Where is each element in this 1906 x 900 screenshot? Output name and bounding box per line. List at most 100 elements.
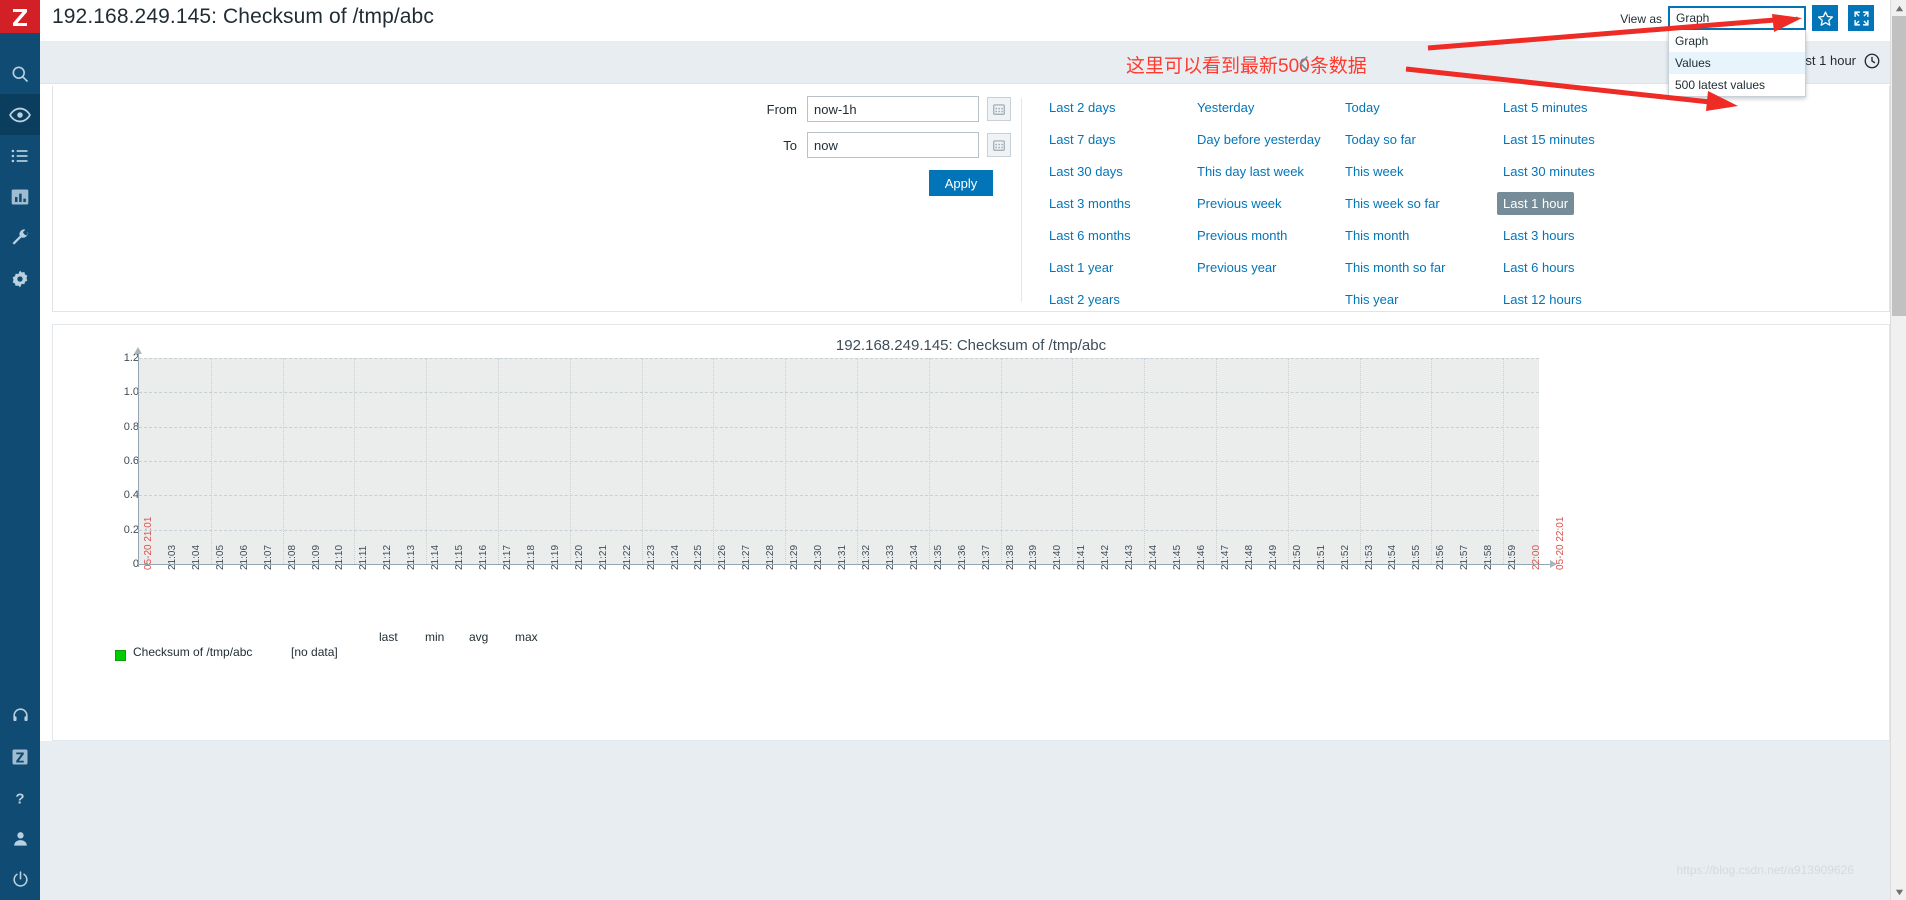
zabbix-logo-z-icon — [13, 8, 27, 26]
y-tick-label: 0.2 — [123, 523, 139, 536]
plot-area[interactable] — [139, 358, 1539, 564]
sidebar-item-user-settings[interactable] — [0, 818, 40, 859]
quick-range-last-6-hours[interactable]: Last 6 hours — [1497, 256, 1581, 279]
x-tick-label: 21:39 — [1028, 544, 1040, 570]
to-row: To — [753, 132, 1011, 158]
sidebar-item-search[interactable] — [0, 53, 40, 94]
quick-range-previous-month[interactable]: Previous month — [1191, 224, 1293, 247]
grid-line-vertical — [928, 358, 930, 564]
chevron-left-icon[interactable] — [1295, 54, 1314, 73]
quick-range-last-1-year[interactable]: Last 1 year — [1043, 256, 1119, 279]
quick-range-day-before-yesterday[interactable]: Day before yesterday — [1191, 128, 1327, 151]
quick-range-this-week-so-far[interactable]: This week so far — [1339, 192, 1446, 215]
stat-header-max: max — [515, 630, 538, 644]
view-as-option-graph[interactable]: Graph — [1669, 30, 1805, 52]
stat-header-avg: avg — [469, 630, 489, 644]
sidebar-item-support[interactable] — [0, 695, 40, 736]
x-tick-label: 21:08 — [286, 544, 298, 570]
quick-range-this-day-last-week[interactable]: This day last week — [1191, 160, 1310, 183]
view-as-dropdown-list: Graph Values 500 latest values — [1668, 30, 1806, 97]
view-as-option-values[interactable]: Values — [1669, 52, 1805, 74]
quick-range-this-month-so-far[interactable]: This month so far — [1339, 256, 1451, 279]
sidebar: ? — [0, 0, 40, 900]
quick-range-last-1-hour[interactable]: Last 1 hour — [1497, 192, 1575, 215]
page-scrollbar[interactable] — [1890, 0, 1906, 900]
sidebar-item-integrations[interactable] — [0, 736, 40, 777]
graph-panel: 192.168.249.145: Checksum of /tmp/abc 00… — [52, 324, 1890, 741]
sidebar-item-configuration[interactable] — [0, 217, 40, 258]
clock-icon[interactable] — [1863, 52, 1881, 70]
quick-range-yesterday[interactable]: Yesterday — [1191, 96, 1260, 119]
quick-range-this-month[interactable]: This month — [1339, 224, 1415, 247]
quick-range-last-5-minutes[interactable]: Last 5 minutes — [1497, 96, 1594, 119]
support-headset-icon — [12, 708, 28, 722]
add-to-favorites-button[interactable] — [1812, 5, 1838, 31]
grid-line-vertical — [210, 358, 212, 564]
time-picker-form: From To — [53, 86, 1021, 312]
annotation-text: 这里可以看到最新500条数据 — [1126, 56, 1367, 77]
y-tick-label: 1.0 — [123, 386, 139, 399]
grid-line-vertical — [497, 358, 499, 564]
x-tick-label: 21:17 — [501, 544, 513, 570]
x-tick-label: 21:24 — [669, 544, 681, 570]
scroll-up-arrow-icon — [1895, 5, 1903, 11]
scroll-down-button[interactable] — [1891, 884, 1906, 900]
x-tick-label: 21:32 — [860, 544, 872, 570]
quick-range-this-week[interactable]: This week — [1339, 160, 1410, 183]
x-tick-label: 21:37 — [980, 544, 992, 570]
to-calendar-button[interactable] — [987, 133, 1011, 157]
kiosk-mode-button[interactable] — [1848, 5, 1874, 31]
x-tick-label: 21:27 — [741, 544, 753, 570]
x-tick-label: 21:36 — [956, 544, 968, 570]
sidebar-bottom-group: ? — [0, 695, 40, 900]
scroll-down-arrow-icon — [1895, 889, 1903, 895]
quick-range-last-2-years[interactable]: Last 2 years — [1043, 288, 1126, 311]
quick-range-last-3-months[interactable]: Last 3 months — [1043, 192, 1137, 215]
x-tick-label: 21:26 — [717, 544, 729, 570]
page-footer: https://blog.csdn.net/a913909626 — [40, 741, 1906, 900]
grid-line-vertical — [1287, 358, 1289, 564]
quick-range-column-3: Today Today so far This week This week so f… — [1339, 96, 1497, 352]
x-tick-label: 21:09 — [310, 544, 322, 570]
sidebar-item-sign-out[interactable] — [0, 859, 40, 900]
x-tick-label: 21:58 — [1483, 544, 1495, 570]
quick-range-last-2-days[interactable]: Last 2 days — [1043, 96, 1122, 119]
sidebar-item-help[interactable]: ? — [0, 777, 40, 818]
quick-range-previous-week[interactable]: Previous week — [1191, 192, 1288, 215]
x-tick-label: 21:19 — [549, 544, 561, 570]
sidebar-item-monitoring[interactable] — [0, 94, 40, 135]
x-tick-label: 21:52 — [1339, 544, 1351, 570]
quick-range-last-12-hours[interactable]: Last 12 hours — [1497, 288, 1588, 311]
scrollbar-thumb[interactable] — [1892, 16, 1906, 316]
sidebar-item-administration[interactable] — [0, 258, 40, 299]
grid-line-horizontal — [139, 495, 1539, 497]
quick-range-last-7-days[interactable]: Last 7 days — [1043, 128, 1122, 151]
scroll-up-button[interactable] — [1891, 0, 1906, 16]
grid-line-vertical — [1431, 358, 1433, 564]
sign-out-power-icon — [12, 871, 28, 887]
quick-range-this-year[interactable]: This year — [1339, 288, 1404, 311]
view-as-option-500-latest-values[interactable]: 500 latest values — [1669, 74, 1805, 96]
zabbix-logo[interactable] — [0, 0, 40, 33]
quick-range-last-30-minutes[interactable]: Last 30 minutes — [1497, 160, 1601, 183]
from-input[interactable] — [807, 96, 979, 122]
quick-range-previous-year[interactable]: Previous year — [1191, 256, 1282, 279]
x-tick-label: 21:56 — [1435, 544, 1447, 570]
x-tick-label: 21:57 — [1459, 544, 1471, 570]
quick-range-last-6-months[interactable]: Last 6 months — [1043, 224, 1137, 247]
apply-button[interactable]: Apply — [929, 170, 993, 196]
sidebar-item-reports[interactable] — [0, 176, 40, 217]
quick-range-today-so-far[interactable]: Today so far — [1339, 128, 1422, 151]
x-tick-label: 21:47 — [1219, 544, 1231, 570]
quick-range-last-15-minutes[interactable]: Last 15 minutes — [1497, 128, 1601, 151]
sidebar-item-inventory[interactable] — [0, 135, 40, 176]
view-as-select[interactable]: Graph — [1668, 6, 1806, 30]
legend-no-data-text: [no data] — [291, 645, 338, 659]
quick-range-last-3-hours[interactable]: Last 3 hours — [1497, 224, 1581, 247]
quick-range-today[interactable]: Today — [1339, 96, 1386, 119]
grid-line-vertical — [1503, 358, 1505, 564]
from-calendar-button[interactable] — [987, 97, 1011, 121]
to-input[interactable] — [807, 132, 979, 158]
quick-range-last-30-days[interactable]: Last 30 days — [1043, 160, 1129, 183]
svg-text:?: ? — [15, 790, 24, 807]
